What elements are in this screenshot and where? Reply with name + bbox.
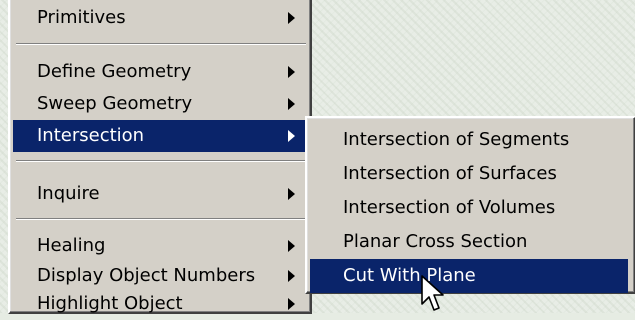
submenu-arrow-icon bbox=[288, 188, 295, 200]
menu-separator bbox=[16, 218, 306, 220]
submenu-item-label: Intersection of Surfaces bbox=[343, 163, 557, 184]
submenu-item-intersection-of-segments[interactable]: Intersection of Segments bbox=[310, 123, 628, 157]
submenu-item-label: Planar Cross Section bbox=[343, 231, 528, 252]
submenu-item-label: Intersection of Segments bbox=[343, 129, 570, 150]
arrow-cursor-icon bbox=[421, 275, 444, 311]
submenu-item-label: Cut With Plane bbox=[343, 265, 476, 286]
submenu-arrow-icon bbox=[288, 98, 295, 110]
menu-item-label: Inquire bbox=[37, 183, 100, 204]
menu-item-define-geometry[interactable]: Define Geometry bbox=[13, 56, 307, 88]
submenu-arrow-icon bbox=[288, 12, 295, 24]
submenu-arrow-icon bbox=[288, 66, 295, 78]
submenu-item-intersection-of-surfaces[interactable]: Intersection of Surfaces bbox=[310, 157, 628, 191]
menu-item-label: Sweep Geometry bbox=[37, 93, 193, 114]
menu-item-label: Define Geometry bbox=[37, 61, 192, 82]
menu-item-highlight-object[interactable]: Highlight Object bbox=[13, 288, 307, 320]
menu-item-healing[interactable]: Healing bbox=[13, 230, 307, 262]
submenu-item-label: Intersection of Volumes bbox=[343, 197, 556, 218]
menu-item-sweep-geometry[interactable]: Sweep Geometry bbox=[13, 88, 307, 120]
menu-item-label: Intersection bbox=[37, 125, 145, 146]
menu-item-label: Healing bbox=[37, 235, 106, 256]
menu-item-primitives[interactable]: Primitives bbox=[13, 2, 307, 34]
menu-item-intersection[interactable]: Intersection bbox=[13, 120, 307, 152]
menu-separator bbox=[16, 160, 306, 162]
submenu-arrow-icon bbox=[288, 270, 295, 282]
submenu-arrow-icon bbox=[288, 298, 295, 310]
submenu-item-cut-with-plane[interactable]: Cut With Plane bbox=[310, 259, 628, 293]
geometry-menu: Primitives Define Geometry Sweep Geometr… bbox=[8, 0, 312, 314]
submenu-arrow-icon bbox=[288, 130, 295, 142]
menu-item-label: Primitives bbox=[37, 7, 126, 28]
submenu-item-planar-cross-section[interactable]: Planar Cross Section bbox=[310, 225, 628, 259]
submenu-arrow-icon bbox=[288, 240, 295, 252]
menu-separator bbox=[16, 43, 306, 45]
menu-item-label: Highlight Object bbox=[37, 293, 183, 314]
menu-item-inquire[interactable]: Inquire bbox=[13, 178, 307, 210]
menu-item-label: Display Object Numbers bbox=[37, 265, 256, 286]
submenu-item-intersection-of-volumes[interactable]: Intersection of Volumes bbox=[310, 191, 628, 225]
intersection-submenu: Intersection of Segments Intersection of… bbox=[305, 116, 635, 294]
